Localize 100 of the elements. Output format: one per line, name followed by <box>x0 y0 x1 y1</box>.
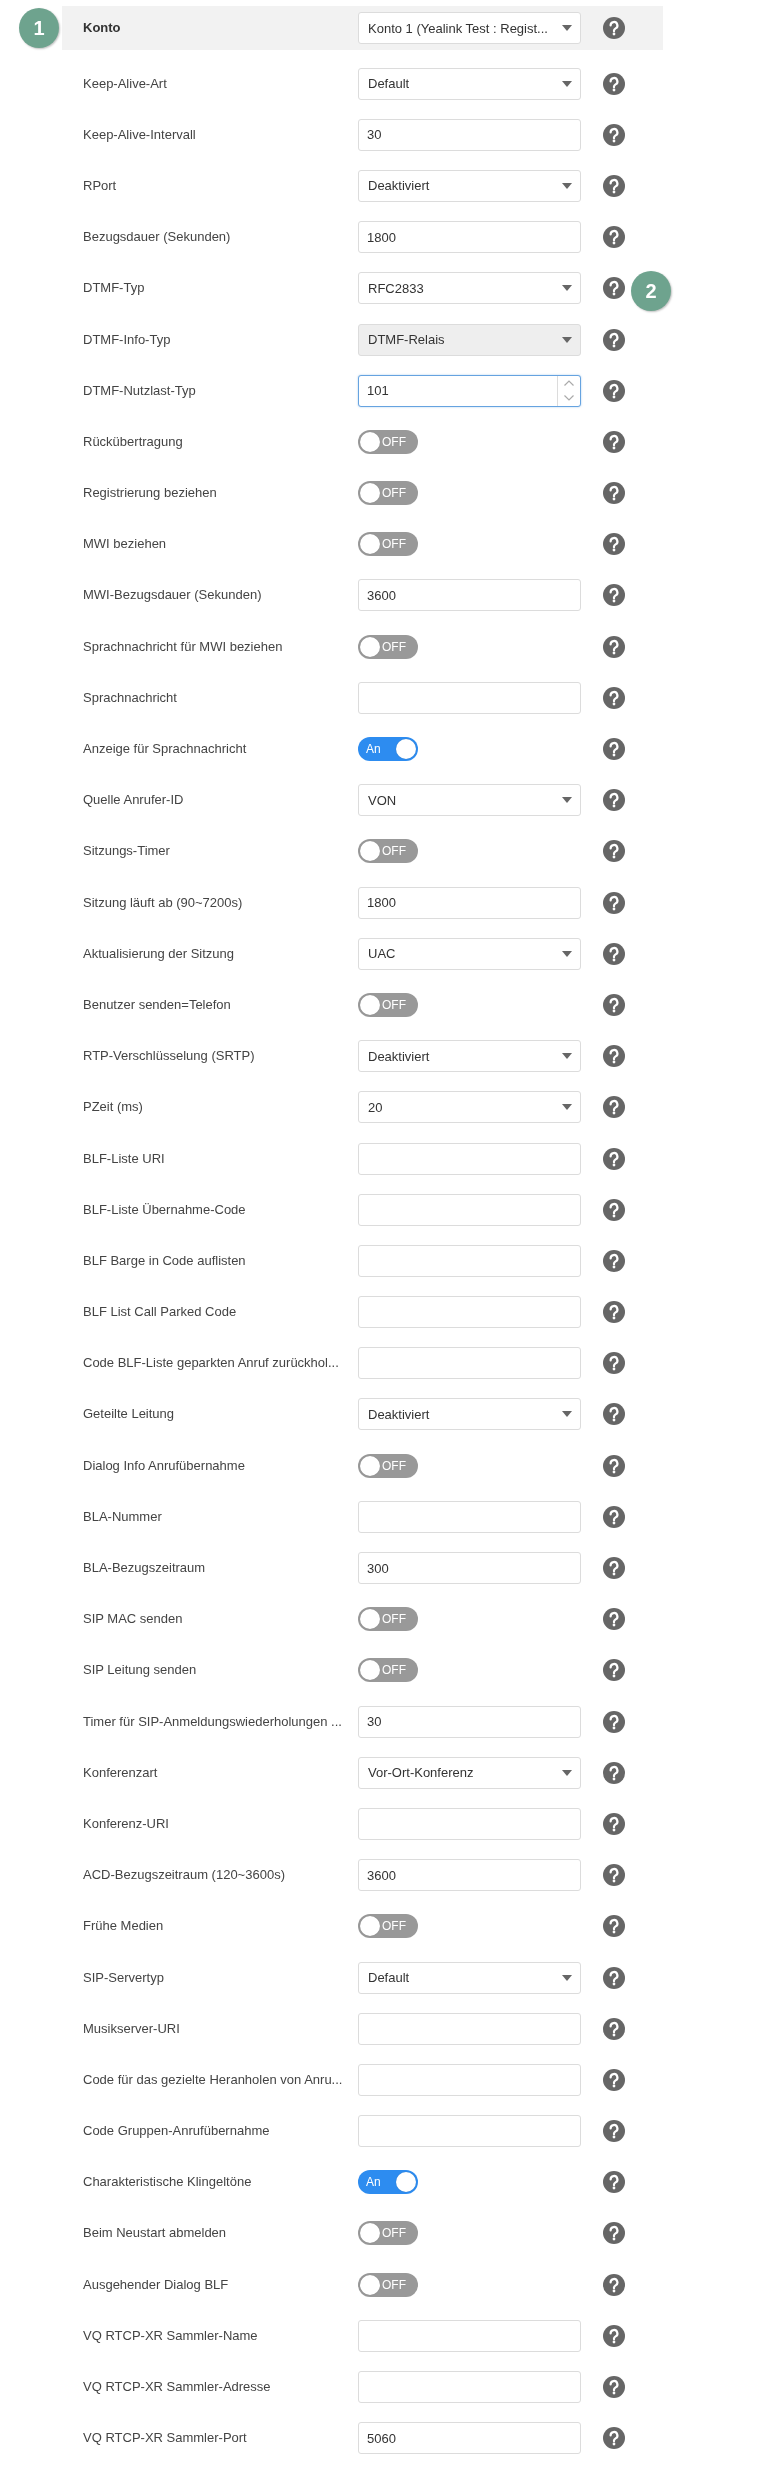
help-icon[interactable] <box>603 226 625 249</box>
dropdown[interactable]: 20 <box>358 1091 581 1124</box>
toggle-knob-icon <box>360 841 380 862</box>
dropdown[interactable]: Default <box>358 1961 581 1994</box>
caret-icon <box>562 336 572 343</box>
dropdown[interactable]: Konto 1 (Yealink Test : Regist... <box>358 12 581 44</box>
help-icon[interactable] <box>603 2120 625 2143</box>
dropdown[interactable]: VON <box>358 784 581 817</box>
text-field[interactable]: 3600 <box>358 1859 581 1892</box>
help-icon[interactable] <box>603 686 625 709</box>
dropdown[interactable]: RFC2833 <box>358 272 581 305</box>
text-field[interactable]: 5060 <box>358 2422 581 2455</box>
help-icon[interactable] <box>603 123 625 146</box>
help-icon[interactable] <box>603 1812 625 1835</box>
help-icon[interactable] <box>603 942 625 965</box>
text-field[interactable] <box>358 2319 581 2352</box>
text-field[interactable]: 30 <box>358 118 581 151</box>
help-icon[interactable] <box>603 993 625 1016</box>
help-icon[interactable] <box>603 379 625 402</box>
text-field[interactable] <box>358 681 581 714</box>
text-field[interactable]: 300 <box>358 1552 581 1585</box>
field-label: Anzeige für Sprachnachricht <box>83 741 247 758</box>
help-icon[interactable] <box>603 2068 625 2091</box>
field-label: Musikserver-URI <box>83 2020 180 2037</box>
dropdown[interactable]: Default <box>358 67 581 100</box>
help-icon[interactable] <box>603 328 625 351</box>
text-field[interactable]: 1800 <box>358 221 581 254</box>
help-icon[interactable] <box>603 1096 625 1119</box>
field-label: Rückübertragung <box>83 433 183 450</box>
help-icon[interactable] <box>603 1045 625 1068</box>
help-icon[interactable] <box>603 2427 625 2450</box>
text-field[interactable]: 30 <box>358 1705 581 1738</box>
help-icon[interactable] <box>603 1198 625 1221</box>
text-field[interactable] <box>358 2063 581 2096</box>
text-field[interactable] <box>358 1142 581 1175</box>
help-icon[interactable] <box>603 1608 625 1631</box>
text-field[interactable] <box>358 1244 581 1277</box>
help-icon[interactable] <box>603 482 625 505</box>
step-marker: 2 <box>631 271 671 312</box>
help-icon[interactable] <box>603 2376 625 2399</box>
help-icon[interactable] <box>603 174 625 197</box>
help-icon[interactable] <box>603 430 625 453</box>
dropdown[interactable]: Deaktiviert <box>358 1398 581 1431</box>
help-icon[interactable] <box>603 635 625 658</box>
caret-icon <box>562 80 572 87</box>
help-icon[interactable] <box>603 1403 625 1426</box>
help-icon[interactable] <box>603 891 625 914</box>
help-icon[interactable] <box>603 584 625 607</box>
field-label: SIP-Servertyp <box>83 1969 164 1986</box>
field-label: Beim Neustart abmelden <box>83 2225 227 2242</box>
toggle-knob-icon <box>360 483 380 504</box>
text-field[interactable] <box>358 1500 581 1533</box>
help-icon[interactable] <box>603 1454 625 1477</box>
help-icon[interactable] <box>603 2324 625 2347</box>
field-label: Aktualisierung der Sitzung <box>83 945 235 962</box>
help-icon[interactable] <box>603 1915 625 1938</box>
text-field[interactable] <box>358 2371 581 2404</box>
help-icon[interactable] <box>603 1352 625 1375</box>
text-field[interactable]: 1800 <box>358 886 581 919</box>
help-icon[interactable] <box>603 1659 625 1682</box>
help-icon[interactable] <box>603 1710 625 1733</box>
toggle-knob-icon <box>360 1609 380 1630</box>
help-icon[interactable] <box>603 840 625 863</box>
help-icon[interactable] <box>603 17 625 39</box>
help-icon[interactable] <box>603 1557 625 1580</box>
help-icon[interactable] <box>603 72 625 95</box>
field-label: Sitzungs-Timer <box>83 843 170 860</box>
text-field[interactable] <box>358 1807 581 1840</box>
help-icon[interactable] <box>603 2171 625 2194</box>
field-label: Sitzung läuft ab (90~7200s) <box>83 894 243 911</box>
field-label: BLF Barge in Code auflisten <box>83 1252 246 1269</box>
text-field[interactable] <box>358 2012 581 2045</box>
help-icon[interactable] <box>603 2273 625 2296</box>
text-field[interactable] <box>358 1296 581 1329</box>
dropdown[interactable]: Vor-Ort-Konferenz <box>358 1756 581 1789</box>
text-field[interactable]: 3600 <box>358 579 581 612</box>
help-icon[interactable] <box>603 2017 625 2040</box>
help-icon[interactable] <box>603 1147 625 1170</box>
text-field[interactable] <box>358 1193 581 1226</box>
help-icon[interactable] <box>603 1864 625 1887</box>
dropdown[interactable]: Deaktiviert <box>358 169 581 202</box>
help-icon[interactable] <box>603 789 625 812</box>
toggle-knob-icon <box>360 2274 380 2295</box>
dropdown[interactable]: Deaktiviert <box>358 1040 581 1073</box>
help-icon[interactable] <box>603 738 625 761</box>
help-icon[interactable] <box>603 1301 625 1324</box>
help-icon[interactable] <box>603 277 625 300</box>
toggle-knob-icon <box>396 2172 416 2193</box>
help-icon[interactable] <box>603 1966 625 1989</box>
help-icon[interactable] <box>603 2222 625 2245</box>
text-field[interactable] <box>358 1347 581 1380</box>
step-marker: 1 <box>19 8 59 48</box>
field-label: Dialog Info Anrufübernahme <box>83 1457 245 1474</box>
help-icon[interactable] <box>603 533 625 556</box>
toggle-knob-icon <box>396 739 416 760</box>
help-icon[interactable] <box>603 1505 625 1528</box>
help-icon[interactable] <box>603 1249 625 1272</box>
help-icon[interactable] <box>603 1761 625 1784</box>
dropdown[interactable]: UAC <box>358 937 581 970</box>
text-field[interactable] <box>358 2115 581 2148</box>
